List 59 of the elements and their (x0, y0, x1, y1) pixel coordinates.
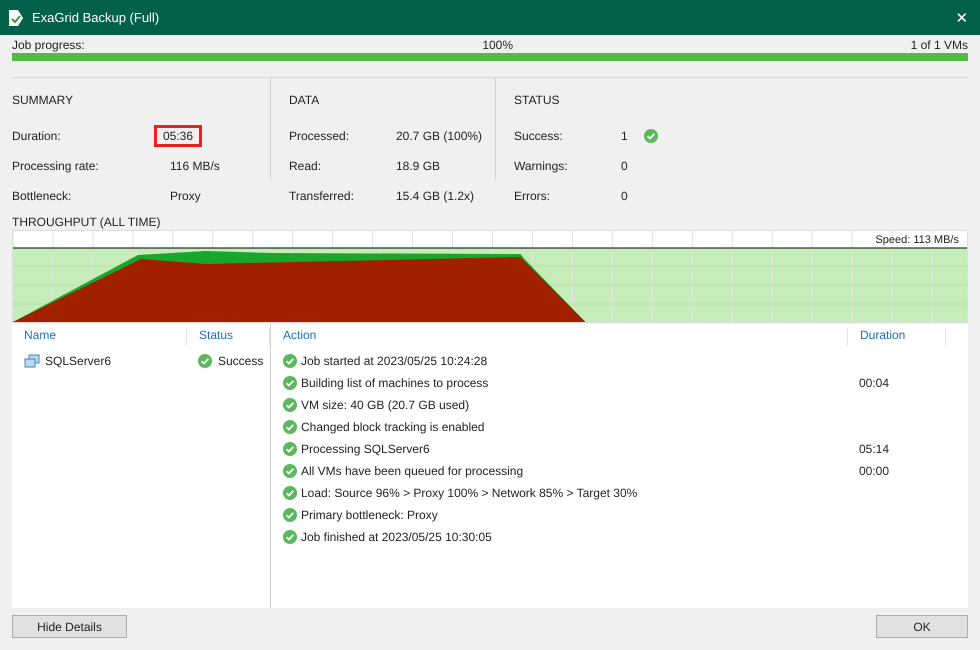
stat-value: 0 (620, 188, 629, 205)
stat-value: 1 (620, 128, 629, 145)
stat-label: Bottleneck: (12, 189, 72, 203)
action-text: All VMs have been queued for processing (301, 464, 524, 478)
column-header[interactable]: Status (187, 328, 270, 346)
success-icon (283, 354, 297, 368)
action-duration: 05:14 (859, 442, 890, 456)
success-icon (283, 376, 297, 390)
section-heading: STATUS (514, 93, 561, 107)
stat-value: 116 MB/s (169, 158, 221, 175)
speed-label: Speed: 113 MB/s (875, 234, 959, 246)
window-title: ExaGrid Backup (Full) (32, 10, 160, 25)
stat-value: 20.7 GB (100%) (395, 128, 484, 145)
vm-status: Success (218, 354, 264, 368)
success-icon (198, 354, 212, 368)
action-text: Processing SQLServer6 (301, 442, 431, 456)
success-icon (283, 398, 297, 412)
success-icon (283, 530, 297, 544)
success-icon (283, 420, 297, 434)
action-text: Job finished at 2023/05/25 10:30:05 (301, 530, 493, 544)
section-heading: SUMMARY (12, 93, 74, 107)
action-text: Load: Source 96% > Proxy 100% > Network 85% > Target 30% (301, 486, 638, 500)
stat-value: 18.9 GB (395, 158, 442, 175)
stat-label: Transferred: (289, 189, 355, 203)
success-icon (283, 508, 297, 522)
column-header[interactable]: Duration (848, 328, 946, 346)
action-duration: 00:04 (859, 376, 890, 390)
action-text: Primary bottleneck: Proxy (301, 508, 439, 522)
chart-title: THROUGHPUT (ALL TIME) (12, 215, 162, 229)
success-icon (283, 442, 297, 456)
action-text: VM size: 40 GB (20.7 GB used) (301, 398, 470, 412)
column-header[interactable]: Name (12, 328, 187, 346)
section-heading: DATA (289, 93, 320, 107)
action-duration: 00:00 (859, 464, 890, 478)
progress-count: 1 of 1 VMs (910, 38, 968, 52)
action-text: Building list of machines to process (301, 376, 490, 390)
success-icon (283, 464, 297, 478)
vm-name[interactable]: SQLServer6 (45, 354, 112, 368)
stat-value: 0 (620, 158, 629, 175)
hide-details-button[interactable]: Hide Details (12, 615, 127, 638)
close-button[interactable]: ✕ (944, 8, 980, 26)
progress-label: Job progress: (12, 38, 85, 52)
stat-label: Processing rate: (12, 159, 100, 173)
action-text: Job started at 2023/05/25 10:24:28 (301, 354, 488, 368)
stat-value: 15.4 GB (1.2x) (395, 188, 476, 205)
progress-percent: 100% (482, 38, 514, 52)
app-icon (8, 8, 24, 26)
column-header[interactable]: Action (283, 328, 848, 346)
highlighted-stat-value: 05:36 (154, 125, 202, 147)
stat-label: Success: (514, 129, 564, 143)
stat-label: Read: (289, 159, 322, 173)
vm-icon (24, 354, 40, 368)
stat-label: Errors: (514, 189, 551, 203)
stat-label: Warnings: (514, 159, 569, 173)
stat-value: Proxy (169, 188, 202, 205)
stat-label: Processed: (289, 129, 350, 143)
success-icon (283, 486, 297, 500)
ok-button[interactable]: OK (876, 615, 968, 638)
action-text: Changed block tracking is enabled (301, 420, 486, 434)
